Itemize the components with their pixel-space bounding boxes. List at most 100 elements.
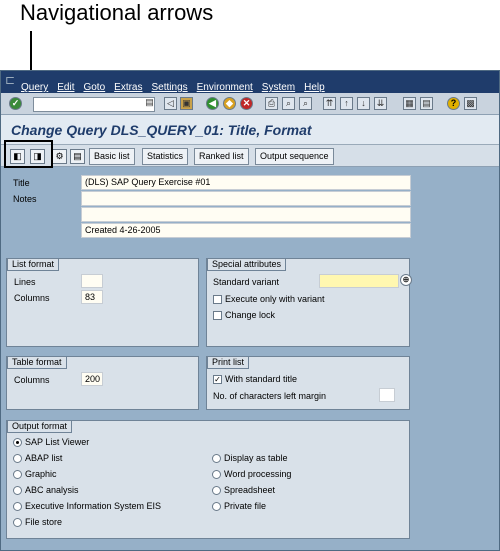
title-field[interactable]: (DLS) SAP Query Exercise #01 [81,175,411,190]
radio-unselected-icon [13,453,22,463]
save-icon[interactable]: ▣ [180,97,193,110]
output-format-group: Output format SAP List Viewer ABAP list … [6,420,410,539]
query-settings-icon[interactable]: ⚙ [52,149,67,164]
radio-unselected-icon [212,453,221,463]
command-field[interactable] [33,97,155,112]
enter-icon[interactable]: ✓ [9,97,22,110]
navigational-arrows-highlight [4,140,53,168]
table-columns-field[interactable]: 200 [81,372,103,386]
radio-display-as-table[interactable]: Display as table [212,453,288,463]
standard-variant-label: Standard variant [213,277,280,287]
menu-help[interactable]: Help [304,82,325,93]
command-history-icon[interactable]: ▤ [143,97,156,110]
print-icon[interactable]: ⎙ [265,97,278,110]
first-page-icon[interactable]: ⇈ [323,97,336,110]
change-lock-checkbox[interactable]: Change lock [213,310,275,320]
back-icon[interactable]: ◀ [206,97,219,110]
menu-edit[interactable]: Edit [57,82,74,93]
radio-unselected-icon [212,501,221,511]
previous-page-icon[interactable]: ↑ [340,97,353,110]
special-attributes-caption: Special attributes [207,258,287,271]
execute-only-label: Execute only with variant [225,294,325,304]
radio-unselected-icon [13,469,22,479]
radio-label: Display as table [224,453,288,463]
radio-file-store[interactable]: File store [13,517,62,527]
left-nav-icon[interactable]: ◁ [164,97,177,110]
radio-selected-icon [13,437,22,447]
notes-label: Notes [13,194,37,204]
last-page-icon[interactable]: ⇊ [374,97,387,110]
layout-menu-icon[interactable]: ▩ [464,97,477,110]
notes-field-1[interactable] [81,191,411,206]
system-toolbar: ✓ ▤ ◁ ▣ ◀ ◆ ✕ ⎙ ⌕ ⌕ ⇈ ↑ ↓ ⇊ ▦ ▤ ? ▩ [1,93,499,115]
ranked-list-button[interactable]: Ranked list [194,148,249,165]
radio-label: Spreadsheet [224,485,276,495]
left-margin-field[interactable] [379,388,395,402]
radio-unselected-icon [13,517,22,527]
title-label: Title [13,178,30,188]
with-standard-title-checkbox[interactable]: ✓ With standard title [213,374,297,384]
radio-label: File store [25,517,63,527]
radio-label: ABC analysis [25,485,79,495]
radio-private-file[interactable]: Private file [212,501,266,511]
radio-unselected-icon [13,501,22,511]
menu-bar: ⊏ Query Edit Goto Extras Settings Enviro… [1,71,499,93]
special-attributes-group: Special attributes Standard variant ⊕ Ex… [206,258,412,347]
output-format-caption: Output format [7,420,73,433]
print-list-caption: Print list [207,356,250,369]
radio-unselected-icon [212,485,221,495]
output-sequence-button[interactable]: Output sequence [255,148,334,165]
checkbox-unchecked-icon [213,310,222,320]
standard-variant-field[interactable] [319,274,399,288]
radio-spreadsheet[interactable]: Spreadsheet [212,485,275,495]
print-list-group: Print list ✓ With standard title No. of … [206,356,410,410]
list-format-group: List format Lines Columns 83 [6,258,199,347]
left-margin-label: No. of characters left margin [213,391,327,401]
menu-environment[interactable]: Environment [197,82,253,93]
menu-system[interactable]: System [262,82,295,93]
sap-window: ⊏ Query Edit Goto Extras Settings Enviro… [0,70,500,551]
variant-value-help-icon[interactable]: ⊕ [400,274,412,286]
create-session-icon[interactable]: ▦ [403,97,416,110]
change-lock-label: Change lock [225,310,276,320]
menu-settings[interactable]: Settings [152,82,188,93]
radio-label: Graphic [25,469,57,479]
radio-label: ABAP list [25,453,63,463]
lines-field[interactable] [81,274,103,288]
application-toolbar: ◧ ◨ ⚙ ▤ Basic list Statistics Ranked lis… [1,145,499,167]
radio-unselected-icon [212,469,221,479]
radio-abap-list[interactable]: ABAP list [13,453,62,463]
notes-field-3[interactable]: Created 4-26-2005 [81,223,411,238]
table-columns-label: Columns [14,375,50,385]
next-page-icon[interactable]: ↓ [357,97,370,110]
radio-abc-analysis[interactable]: ABC analysis [13,485,79,495]
menu-query[interactable]: Query [21,82,48,93]
find-next-icon[interactable]: ⌕ [299,97,312,110]
sap-logo-icon: ⊏ [5,73,16,87]
list-columns-label: Columns [14,293,50,303]
execute-only-with-variant-checkbox[interactable]: Execute only with variant [213,294,325,304]
radio-eis[interactable]: Executive Information System EIS [13,501,161,511]
find-icon[interactable]: ⌕ [282,97,295,110]
field-groups-icon[interactable]: ▤ [70,149,85,164]
exit-icon[interactable]: ◆ [223,97,236,110]
page-title: Change Query DLS_QUERY_01: Title, Format [11,122,312,138]
radio-unselected-icon [13,485,22,495]
radio-word-processing[interactable]: Word processing [212,469,291,479]
basic-list-button[interactable]: Basic list [89,148,135,165]
radio-label: Word processing [224,469,292,479]
cancel-icon[interactable]: ✕ [240,97,253,110]
radio-label: Executive Information System EIS [25,501,162,511]
menu-goto[interactable]: Goto [83,82,105,93]
radio-graphic[interactable]: Graphic [13,469,57,479]
checkbox-unchecked-icon [213,294,222,304]
help-icon[interactable]: ? [447,97,460,110]
lines-label: Lines [14,277,36,287]
notes-field-2[interactable] [81,207,411,222]
list-columns-field[interactable]: 83 [81,290,103,304]
menu-extras[interactable]: Extras [114,82,142,93]
callout-label: Navigational arrows [20,0,214,25]
radio-sap-list-viewer[interactable]: SAP List Viewer [13,437,89,447]
statistics-button[interactable]: Statistics [142,148,189,165]
shortcut-icon[interactable]: ▤ [420,97,433,110]
